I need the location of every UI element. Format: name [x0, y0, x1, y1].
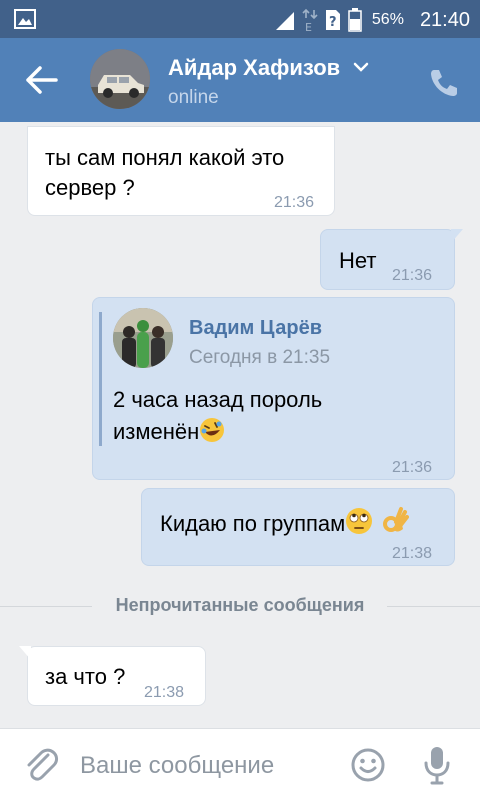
message-line-text: изменён	[113, 419, 200, 444]
ok-hand-emoji	[383, 507, 410, 532]
message-line: Нет	[339, 248, 377, 273]
contact-avatar[interactable]	[90, 49, 150, 109]
smiley-icon	[351, 748, 385, 782]
car-photo-icon	[90, 49, 150, 109]
back-arrow-icon	[26, 66, 58, 94]
svg-text:E: E	[305, 21, 312, 32]
battery-icon	[348, 8, 362, 32]
battery-percent: 56%	[371, 11, 404, 28]
message-line: 2 часа назад пороль	[113, 387, 323, 412]
message-line: Кидаю по группам	[160, 505, 410, 540]
bubble-tail	[451, 229, 463, 243]
group-photo-icon	[113, 308, 173, 368]
rolling-on-floor-laughing-emoji	[200, 418, 225, 442]
forward-author-name[interactable]: Вадим Царёв	[189, 312, 322, 344]
message-time: 21:36	[392, 267, 433, 284]
microphone-icon	[424, 747, 450, 785]
data-arrows-icon	[275, 12, 294, 30]
forward-author-avatar[interactable]	[113, 308, 173, 368]
image-icon	[14, 9, 36, 29]
unread-divider: Непрочитанные сообщения	[0, 595, 480, 616]
contact-name[interactable]: Айдар Хафизов	[168, 55, 340, 81]
no-sim-icon: ?	[325, 10, 340, 30]
message-time: 21:36	[392, 459, 433, 476]
attach-button[interactable]	[22, 745, 60, 785]
forward-date: Сегодня в 21:35	[189, 347, 331, 368]
unread-divider-label: Непрочитанные сообщения	[109, 595, 371, 615]
message-input[interactable]	[78, 743, 332, 789]
back-button[interactable]	[22, 62, 62, 98]
phone-icon	[431, 70, 457, 96]
message-bubble-incoming[interactable]: ты сам понял какой это сервер ? 21:36	[27, 126, 335, 216]
message-line: за что ?	[45, 664, 126, 689]
contact-status: online	[168, 87, 219, 108]
message-time: 21:36	[274, 194, 315, 211]
message-line: ты сам понял какой это	[45, 145, 285, 170]
message-line: изменён	[113, 416, 225, 448]
message-line: сервер ?	[45, 175, 135, 200]
paperclip-icon	[27, 748, 58, 781]
voice-record-button[interactable]	[422, 745, 452, 785]
contact-menu-toggle[interactable]	[352, 60, 370, 74]
status-bar: E ? 56% 21:40	[0, 0, 480, 38]
message-bubble-outgoing[interactable]: Нет 21:36	[320, 229, 463, 290]
message-time: 21:38	[392, 545, 433, 562]
chevron-down-icon	[353, 62, 369, 72]
call-button[interactable]	[424, 62, 464, 102]
message-line-text: Кидаю по группам	[160, 511, 346, 536]
emoji-button[interactable]	[350, 747, 386, 783]
message-time: 21:38	[144, 684, 185, 701]
forward-quote-bar	[99, 312, 102, 446]
message-composer	[0, 728, 480, 801]
rolling-eyes-emoji	[346, 508, 373, 534]
svg-text:?: ?	[329, 15, 337, 30]
bubble-tail	[19, 646, 31, 660]
status-time: 21:40	[419, 8, 470, 31]
message-bubble-outgoing[interactable]: Кидаю по группам 21:38	[141, 488, 455, 566]
e-network-icon: E	[302, 8, 318, 32]
chat-header: Айдар Хафизов online	[0, 38, 480, 122]
message-bubble-incoming[interactable]: за что ? 21:38	[19, 646, 206, 706]
message-bubble-forwarded[interactable]: Вадим Царёв Сегодня в 21:35 2 часа назад…	[92, 297, 455, 480]
